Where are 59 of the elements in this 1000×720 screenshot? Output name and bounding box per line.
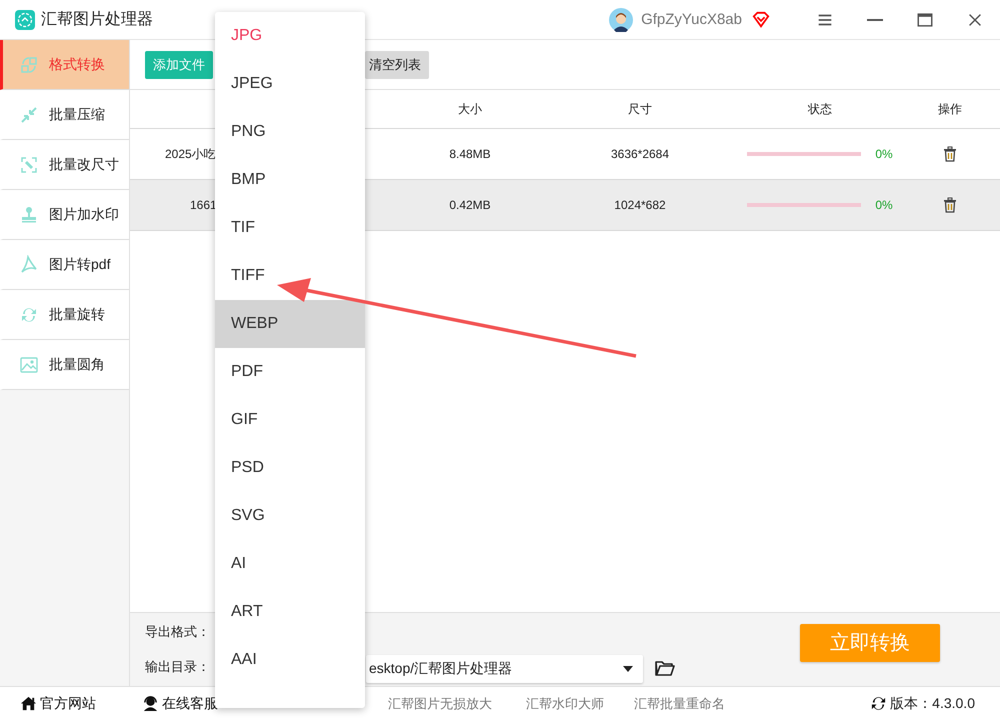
column-header: 尺寸 (627, 100, 653, 118)
menu-item[interactable]: PSD (215, 444, 365, 492)
version-label: 版本：4.3.0.0 (890, 694, 975, 712)
app-logo-icon (15, 10, 35, 30)
table-cell-text: 2025小吃 (164, 146, 217, 162)
footer-link[interactable]: 官方网站 (20, 694, 96, 712)
menu-item[interactable]: PNG (215, 108, 365, 156)
sidebar-item[interactable]: 批量旋转 (0, 290, 129, 340)
progress-percent: 0% (875, 198, 893, 212)
trash-icon[interactable] (943, 197, 957, 213)
table-cell-text: 3636*2684 (610, 147, 670, 161)
diamond-icon[interactable] (752, 10, 770, 28)
column-header: 大小 (457, 100, 483, 118)
trash-icon[interactable] (943, 146, 957, 162)
username: GfpZyYucX8ab (641, 11, 742, 28)
menu-item[interactable]: GIF (215, 396, 365, 444)
sync-icon[interactable] (870, 695, 888, 712)
avatar-icon[interactable] (609, 8, 634, 32)
sidebar-item[interactable]: 图片转pdf (0, 240, 129, 290)
menu-item[interactable]: AAI (215, 636, 365, 684)
export-format-label: 导出格式： (145, 623, 210, 641)
menu-item[interactable]: AI (215, 540, 365, 588)
table-cell-text: 1024*682 (613, 198, 667, 212)
table-cell-text: 1661 (189, 198, 218, 212)
progress-percent: 0% (875, 147, 893, 161)
menu-item[interactable]: JPG (215, 12, 365, 60)
column-header: 状态 (807, 100, 833, 118)
menu-item[interactable]: SVG (215, 492, 365, 540)
headset-icon (142, 695, 159, 712)
dropdown-value: esktop/汇帮图片处理器 (369, 660, 512, 678)
clear-list-button[interactable]: 清空列表 (365, 50, 429, 78)
convert-icon (19, 54, 39, 74)
window-title: 汇帮图片处理器 (41, 10, 153, 30)
maximize-icon (916, 10, 934, 28)
image-icon (19, 354, 39, 374)
column-header: 操作 (937, 100, 963, 118)
menu-item[interactable]: JPEG (215, 60, 365, 108)
table-cell-text: 0.42MB (448, 198, 492, 212)
table-cell-text: 8.48MB (448, 147, 492, 161)
menu-item[interactable]: PDF (215, 348, 365, 396)
output-dir-label: 输出目录： (145, 658, 210, 676)
stamp-icon (19, 204, 39, 224)
compress-icon (19, 104, 39, 124)
sidebar-item[interactable]: 批量改尺寸 (0, 140, 129, 190)
caret-icon (623, 666, 633, 672)
sidebar-item[interactable]: 批量圆角 (0, 340, 129, 390)
footer-link[interactable]: 汇帮水印大师 (526, 694, 604, 712)
sidebar-item[interactable]: 图片加水印 (0, 190, 129, 240)
menu-item[interactable]: ART (215, 588, 365, 636)
resize-icon (19, 154, 39, 174)
footer-link[interactable]: 汇帮图片无损放大 (388, 694, 492, 712)
home-icon (20, 695, 37, 712)
menu-item[interactable]: WEBP (215, 300, 365, 348)
sidebar-item[interactable]: 批量压缩 (0, 90, 129, 140)
output-dir-dropdown[interactable]: esktop/汇帮图片处理器 (366, 655, 643, 683)
folder-icon[interactable] (655, 660, 675, 676)
minimize-icon (867, 18, 883, 20)
footer-link[interactable]: 汇帮批量重命名 (634, 694, 725, 712)
menu-item[interactable]: TIFF (215, 252, 365, 300)
